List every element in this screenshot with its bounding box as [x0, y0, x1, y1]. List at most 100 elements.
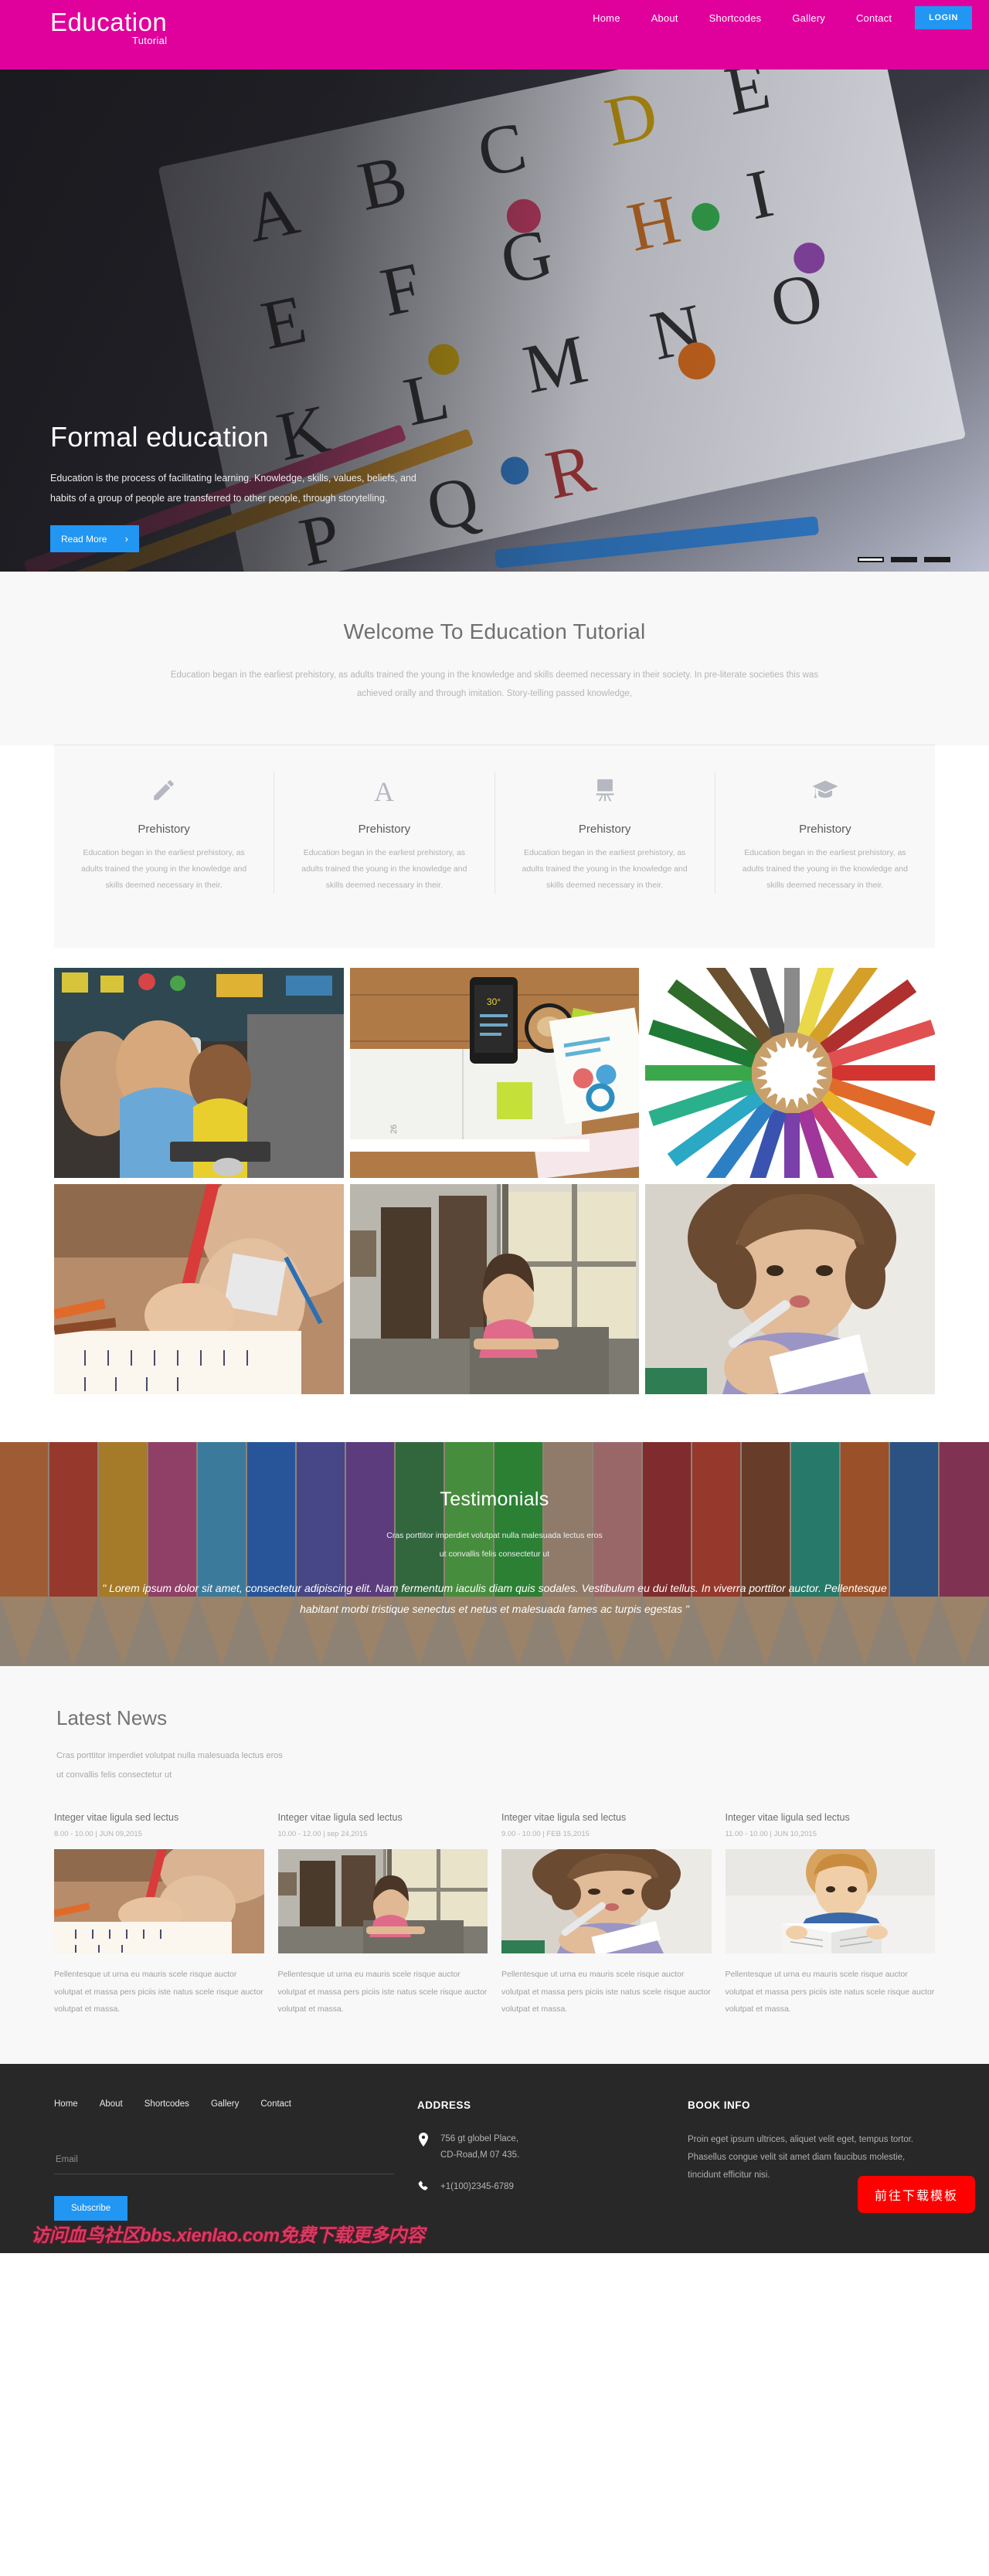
- news-card-2[interactable]: Integer vitae ligula sed lectus 10.00 - …: [277, 1812, 488, 2017]
- footer-subscribe-column: Home About Shortcodes Gallery Contact Su…: [54, 2099, 394, 2221]
- news-image: [725, 1849, 935, 1954]
- easel-icon: [514, 772, 696, 809]
- logo[interactable]: Education Tutorial: [0, 0, 167, 46]
- news-image: [54, 1849, 264, 1954]
- address-text: 756 gt globel Place, CD-Road,M 07 435.: [440, 2131, 519, 2164]
- subscribe-button[interactable]: Subscribe: [54, 2195, 128, 2221]
- download-template-button[interactable]: 前往下载模板: [857, 2175, 975, 2213]
- welcome-subtitle: Education began in the earliest prehisto…: [170, 670, 819, 699]
- address-row: 756 gt globel Place, CD-Road,M 07 435.: [417, 2131, 664, 2164]
- news-card-3[interactable]: Integer vitae ligula sed lectus 9.00 - 1…: [501, 1812, 712, 2017]
- gallery-image: [54, 968, 344, 1179]
- news-grid: Integer vitae ligula sed lectus 8.00 - 1…: [54, 1812, 935, 2017]
- svg-text:A: A: [374, 776, 394, 804]
- welcome-title: Welcome To Education Tutorial: [343, 619, 646, 643]
- nav-item-contact[interactable]: Contact: [841, 12, 907, 24]
- news-meta: 11.00 - 10.00 | JUN 10,2015: [725, 1830, 817, 1839]
- news-card-1[interactable]: Integer vitae ligula sed lectus 8.00 - 1…: [54, 1812, 264, 2017]
- testimonials-subtitle-line2: ut convallis felis consectetur ut: [439, 1549, 550, 1560]
- footer-nav-item-gallery[interactable]: Gallery: [211, 2099, 239, 2109]
- feature-title: Prehistory: [138, 823, 190, 837]
- feature-title: Prehistory: [358, 823, 411, 837]
- slider-dot-3[interactable]: [924, 557, 950, 562]
- gallery-item-girl-at-desk-by-window[interactable]: [349, 1184, 640, 1395]
- feature-card-4[interactable]: Prehistory Education began in the earlie…: [715, 772, 935, 894]
- news-thumbnail[interactable]: [54, 1849, 264, 1954]
- news-subtitle-line2: ut convallis felis consectetur ut: [56, 1770, 172, 1780]
- news-description: Pellentesque ut urna eu mauris scele ris…: [277, 1970, 488, 2014]
- subscribe-form: Subscribe: [54, 2150, 394, 2221]
- footer-nav-item-shortcodes[interactable]: Shortcodes: [144, 2099, 189, 2109]
- news-meta: 10.00 - 12.00 | sep 24,2015: [277, 1830, 368, 1839]
- news-card-4[interactable]: Integer vitae ligula sed lectus 11.00 - …: [725, 1812, 935, 2017]
- gallery-image: [54, 1184, 344, 1395]
- nav-item-gallery[interactable]: Gallery: [777, 12, 841, 24]
- news-description: Pellentesque ut urna eu mauris scele ris…: [501, 1970, 711, 2014]
- news-image: [501, 1849, 712, 1954]
- feature-card-3[interactable]: Prehistory Education began in the earlie…: [495, 772, 715, 894]
- gallery-image: [349, 1184, 640, 1395]
- site-footer: Home About Shortcodes Gallery Contact Su…: [0, 2063, 989, 2253]
- map-pin-icon: [417, 2131, 430, 2147]
- footer-columns: Home About Shortcodes Gallery Contact Su…: [54, 2099, 935, 2221]
- news-description: Pellentesque ut urna eu mauris scele ris…: [725, 1970, 935, 2014]
- testimonial-quote: " Lorem ipsum dolor sit amet, consectetu…: [102, 1581, 887, 1615]
- watermark-text: 访问血鸟社区bbs.xienlao.com免费下载更多内容: [31, 2225, 425, 2246]
- feature-card-1[interactable]: Prehistory Education began in the earlie…: [54, 772, 275, 894]
- nav-item-shortcodes[interactable]: Shortcodes: [694, 12, 777, 24]
- phone-row: +1(100)2345-6789: [417, 2179, 664, 2195]
- news-heading: Integer vitae ligula sed lectus: [277, 1812, 403, 1824]
- hero-content: Formal education Education is the proces…: [50, 421, 452, 553]
- chevron-right-icon: ›: [124, 533, 128, 545]
- news-subtitle-line1: Cras porttitor imperdiet volutpat nulla …: [56, 1751, 283, 1761]
- nav-item-home[interactable]: Home: [577, 12, 635, 24]
- book-info-heading: BOOK INFO: [688, 2099, 750, 2111]
- features-row: Prehistory Education began in the earlie…: [54, 745, 935, 949]
- gallery-item-kids-at-computers[interactable]: [54, 968, 344, 1179]
- slider-dot-1[interactable]: [858, 557, 884, 562]
- address-heading: ADDRESS: [417, 2099, 471, 2111]
- pencil-icon: [73, 772, 255, 809]
- feature-card-2[interactable]: A Prehistory Education began in the earl…: [274, 772, 495, 894]
- testimonials-title: Testimonials: [440, 1488, 549, 1511]
- logo-main-text: Education: [50, 8, 168, 36]
- read-more-button[interactable]: Read More ›: [50, 525, 139, 553]
- svg-text:30°: 30°: [487, 996, 501, 1007]
- feature-title: Prehistory: [799, 823, 851, 837]
- phone-text: +1(100)2345-6789: [440, 2182, 514, 2192]
- email-input[interactable]: [54, 2150, 394, 2174]
- footer-nav-item-contact[interactable]: Contact: [260, 2099, 291, 2109]
- gallery-image: [645, 968, 935, 1179]
- slider-indicators: [858, 557, 950, 562]
- footer-nav-item-home[interactable]: Home: [54, 2099, 78, 2109]
- gallery-grid: 30° 26: [54, 968, 935, 1395]
- news-title: Latest News: [56, 1706, 168, 1730]
- login-button[interactable]: LOGIN: [915, 6, 972, 29]
- slider-dot-2[interactable]: [891, 557, 917, 562]
- feature-desc: Education began in the earliest prehisto…: [81, 848, 247, 891]
- testimonials-section: Testimonials Cras porttitor imperdiet vo…: [0, 1442, 989, 1667]
- hero-description: Education is the process of facilitating…: [50, 473, 416, 504]
- gallery-item-desk-with-phone-and-coffee[interactable]: 30° 26: [349, 968, 640, 1179]
- footer-nav-item-about[interactable]: About: [100, 2099, 123, 2109]
- news-thumbnail[interactable]: [277, 1849, 488, 1954]
- gallery-item-child-writing-with-red-pencil[interactable]: [54, 1184, 344, 1395]
- news-heading: Integer vitae ligula sed lectus: [725, 1812, 850, 1824]
- gallery-image: [645, 1184, 935, 1395]
- address-line2: CD-Road,M 07 435.: [440, 2150, 520, 2160]
- site-header: Education Tutorial Home About Shortcodes…: [0, 0, 989, 70]
- news-thumbnail[interactable]: [725, 1849, 935, 1954]
- gallery-image: 30° 26: [349, 968, 640, 1179]
- gallery-section: 30° 26: [0, 948, 989, 1443]
- graduation-cap-icon: [734, 772, 916, 809]
- news-heading: Integer vitae ligula sed lectus: [54, 1812, 179, 1824]
- svg-text:26: 26: [389, 1125, 399, 1134]
- gallery-item-girl-writing-with-chalk[interactable]: [645, 1184, 935, 1395]
- footer-address-column: ADDRESS 756 gt globel Place, CD-Road,M 0…: [417, 2099, 664, 2221]
- news-thumbnail[interactable]: [501, 1849, 712, 1954]
- latest-news-section: Latest News Cras porttitor imperdiet vol…: [0, 1666, 989, 2064]
- gallery-item-colored-pencils-circle[interactable]: [645, 968, 935, 1179]
- news-meta: 9.00 - 10.00 | FEB 15,2015: [501, 1830, 590, 1839]
- news-meta: 8.00 - 10.00 | JUN 09,2015: [54, 1830, 142, 1839]
- nav-item-about[interactable]: About: [636, 12, 694, 24]
